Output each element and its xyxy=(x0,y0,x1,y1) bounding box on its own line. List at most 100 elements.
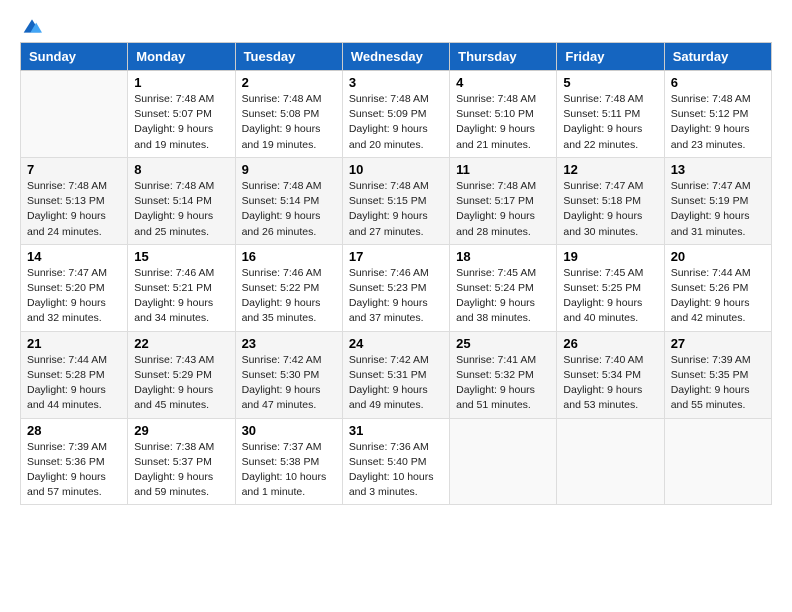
calendar-cell: 11 Sunrise: 7:48 AMSunset: 5:17 PMDayligh… xyxy=(450,157,557,244)
cell-sun-info: Sunrise: 7:47 AMSunset: 5:18 PMDaylight:… xyxy=(563,179,657,240)
calendar-cell: 18 Sunrise: 7:45 AMSunset: 5:24 PMDayligh… xyxy=(450,244,557,331)
calendar-cell: 17 Sunrise: 7:46 AMSunset: 5:23 PMDayligh… xyxy=(342,244,449,331)
calendar-cell xyxy=(557,418,664,505)
calendar-cell: 23 Sunrise: 7:42 AMSunset: 5:30 PMDayligh… xyxy=(235,331,342,418)
calendar-week-row: 21Sunrise: 7:44 AMSunset: 5:28 PMDayligh… xyxy=(21,331,772,418)
day-number: 29 xyxy=(134,423,228,438)
day-number: 7 xyxy=(27,162,121,177)
calendar-cell: 21Sunrise: 7:44 AMSunset: 5:28 PMDayligh… xyxy=(21,331,128,418)
calendar-cell: 6Sunrise: 7:48 AMSunset: 5:12 PMDaylight… xyxy=(664,71,771,158)
calendar-cell: 22 Sunrise: 7:43 AMSunset: 5:29 PMDayligh… xyxy=(128,331,235,418)
day-number: 9 xyxy=(242,162,336,177)
day-number: 3 xyxy=(349,75,443,90)
calendar-cell: 20Sunrise: 7:44 AMSunset: 5:26 PMDayligh… xyxy=(664,244,771,331)
calendar-cell: 10 Sunrise: 7:48 AMSunset: 5:15 PMDayligh… xyxy=(342,157,449,244)
day-number: 1 xyxy=(134,75,228,90)
day-number: 17 xyxy=(349,249,443,264)
calendar-cell: 1 Sunrise: 7:48 AMSunset: 5:07 PMDaylight… xyxy=(128,71,235,158)
calendar-header-row: SundayMondayTuesdayWednesdayThursdayFrid… xyxy=(21,43,772,71)
calendar-cell: 16 Sunrise: 7:46 AMSunset: 5:22 PMDayligh… xyxy=(235,244,342,331)
day-number: 18 xyxy=(456,249,550,264)
calendar-cell: 31Sunrise: 7:36 AMSunset: 5:40 PMDayligh… xyxy=(342,418,449,505)
day-number: 23 xyxy=(242,336,336,351)
cell-sun-info: Sunrise: 7:48 AMSunset: 5:14 PMDaylight:… xyxy=(242,179,336,240)
calendar-cell xyxy=(450,418,557,505)
logo-icon xyxy=(22,16,42,36)
day-number: 22 xyxy=(134,336,228,351)
cell-sun-info: Sunrise: 7:47 AMSunset: 5:19 PMDaylight:… xyxy=(671,179,765,240)
calendar-cell: 26 Sunrise: 7:40 AMSunset: 5:34 PMDayligh… xyxy=(557,331,664,418)
day-number: 15 xyxy=(134,249,228,264)
calendar-cell: 4 Sunrise: 7:48 AMSunset: 5:10 PMDaylight… xyxy=(450,71,557,158)
cell-sun-info: Sunrise: 7:48 AMSunset: 5:07 PMDaylight:… xyxy=(134,92,228,153)
day-number: 19 xyxy=(563,249,657,264)
cell-sun-info: Sunrise: 7:46 AMSunset: 5:22 PMDaylight:… xyxy=(242,266,336,327)
logo xyxy=(20,16,42,32)
cell-sun-info: Sunrise: 7:48 AMSunset: 5:09 PMDaylight:… xyxy=(349,92,443,153)
day-number: 10 xyxy=(349,162,443,177)
day-number: 16 xyxy=(242,249,336,264)
day-number: 13 xyxy=(671,162,765,177)
col-header-thursday: Thursday xyxy=(450,43,557,71)
calendar-cell: 9 Sunrise: 7:48 AMSunset: 5:14 PMDaylight… xyxy=(235,157,342,244)
cell-sun-info: Sunrise: 7:40 AMSunset: 5:34 PMDaylight:… xyxy=(563,353,657,414)
calendar-week-row: 7Sunrise: 7:48 AMSunset: 5:13 PMDaylight… xyxy=(21,157,772,244)
calendar-cell: 3 Sunrise: 7:48 AMSunset: 5:09 PMDaylight… xyxy=(342,71,449,158)
col-header-wednesday: Wednesday xyxy=(342,43,449,71)
cell-sun-info: Sunrise: 7:48 AMSunset: 5:08 PMDaylight:… xyxy=(242,92,336,153)
calendar-week-row: 1 Sunrise: 7:48 AMSunset: 5:07 PMDaylight… xyxy=(21,71,772,158)
cell-sun-info: Sunrise: 7:39 AMSunset: 5:35 PMDaylight:… xyxy=(671,353,765,414)
cell-sun-info: Sunrise: 7:48 AMSunset: 5:15 PMDaylight:… xyxy=(349,179,443,240)
cell-sun-info: Sunrise: 7:48 AMSunset: 5:17 PMDaylight:… xyxy=(456,179,550,240)
day-number: 4 xyxy=(456,75,550,90)
cell-sun-info: Sunrise: 7:37 AMSunset: 5:38 PMDaylight:… xyxy=(242,440,336,501)
calendar-cell: 13 Sunrise: 7:47 AMSunset: 5:19 PMDayligh… xyxy=(664,157,771,244)
calendar-cell: 8Sunrise: 7:48 AMSunset: 5:14 PMDaylight… xyxy=(128,157,235,244)
cell-sun-info: Sunrise: 7:48 AMSunset: 5:10 PMDaylight:… xyxy=(456,92,550,153)
calendar-cell: 19 Sunrise: 7:45 AMSunset: 5:25 PMDayligh… xyxy=(557,244,664,331)
day-number: 27 xyxy=(671,336,765,351)
calendar-cell: 7Sunrise: 7:48 AMSunset: 5:13 PMDaylight… xyxy=(21,157,128,244)
calendar-week-row: 14Sunrise: 7:47 AMSunset: 5:20 PMDayligh… xyxy=(21,244,772,331)
cell-sun-info: Sunrise: 7:45 AMSunset: 5:24 PMDaylight:… xyxy=(456,266,550,327)
col-header-monday: Monday xyxy=(128,43,235,71)
day-number: 11 xyxy=(456,162,550,177)
calendar-cell: 30 Sunrise: 7:37 AMSunset: 5:38 PMDayligh… xyxy=(235,418,342,505)
cell-sun-info: Sunrise: 7:45 AMSunset: 5:25 PMDaylight:… xyxy=(563,266,657,327)
calendar-cell: 25 Sunrise: 7:41 AMSunset: 5:32 PMDayligh… xyxy=(450,331,557,418)
calendar-cell: 28Sunrise: 7:39 AMSunset: 5:36 PMDayligh… xyxy=(21,418,128,505)
cell-sun-info: Sunrise: 7:44 AMSunset: 5:28 PMDaylight:… xyxy=(27,353,121,414)
cell-sun-info: Sunrise: 7:46 AMSunset: 5:23 PMDaylight:… xyxy=(349,266,443,327)
day-number: 20 xyxy=(671,249,765,264)
calendar-cell: 14Sunrise: 7:47 AMSunset: 5:20 PMDayligh… xyxy=(21,244,128,331)
day-number: 5 xyxy=(563,75,657,90)
day-number: 6 xyxy=(671,75,765,90)
calendar-cell xyxy=(664,418,771,505)
calendar-week-row: 28Sunrise: 7:39 AMSunset: 5:36 PMDayligh… xyxy=(21,418,772,505)
calendar-cell: 2 Sunrise: 7:48 AMSunset: 5:08 PMDaylight… xyxy=(235,71,342,158)
day-number: 2 xyxy=(242,75,336,90)
day-number: 30 xyxy=(242,423,336,438)
calendar-cell xyxy=(21,71,128,158)
calendar-table: SundayMondayTuesdayWednesdayThursdayFrid… xyxy=(20,42,772,505)
cell-sun-info: Sunrise: 7:41 AMSunset: 5:32 PMDaylight:… xyxy=(456,353,550,414)
cell-sun-info: Sunrise: 7:38 AMSunset: 5:37 PMDaylight:… xyxy=(134,440,228,501)
day-number: 24 xyxy=(349,336,443,351)
day-number: 26 xyxy=(563,336,657,351)
calendar-cell: 15 Sunrise: 7:46 AMSunset: 5:21 PMDayligh… xyxy=(128,244,235,331)
cell-sun-info: Sunrise: 7:42 AMSunset: 5:30 PMDaylight:… xyxy=(242,353,336,414)
col-header-friday: Friday xyxy=(557,43,664,71)
day-number: 25 xyxy=(456,336,550,351)
col-header-tuesday: Tuesday xyxy=(235,43,342,71)
day-number: 14 xyxy=(27,249,121,264)
cell-sun-info: Sunrise: 7:46 AMSunset: 5:21 PMDaylight:… xyxy=(134,266,228,327)
day-number: 28 xyxy=(27,423,121,438)
calendar-cell: 5 Sunrise: 7:48 AMSunset: 5:11 PMDaylight… xyxy=(557,71,664,158)
cell-sun-info: Sunrise: 7:48 AMSunset: 5:11 PMDaylight:… xyxy=(563,92,657,153)
day-number: 31 xyxy=(349,423,443,438)
day-number: 12 xyxy=(563,162,657,177)
day-number: 8 xyxy=(134,162,228,177)
calendar-cell: 29 Sunrise: 7:38 AMSunset: 5:37 PMDayligh… xyxy=(128,418,235,505)
cell-sun-info: Sunrise: 7:43 AMSunset: 5:29 PMDaylight:… xyxy=(134,353,228,414)
cell-sun-info: Sunrise: 7:42 AMSunset: 5:31 PMDaylight:… xyxy=(349,353,443,414)
